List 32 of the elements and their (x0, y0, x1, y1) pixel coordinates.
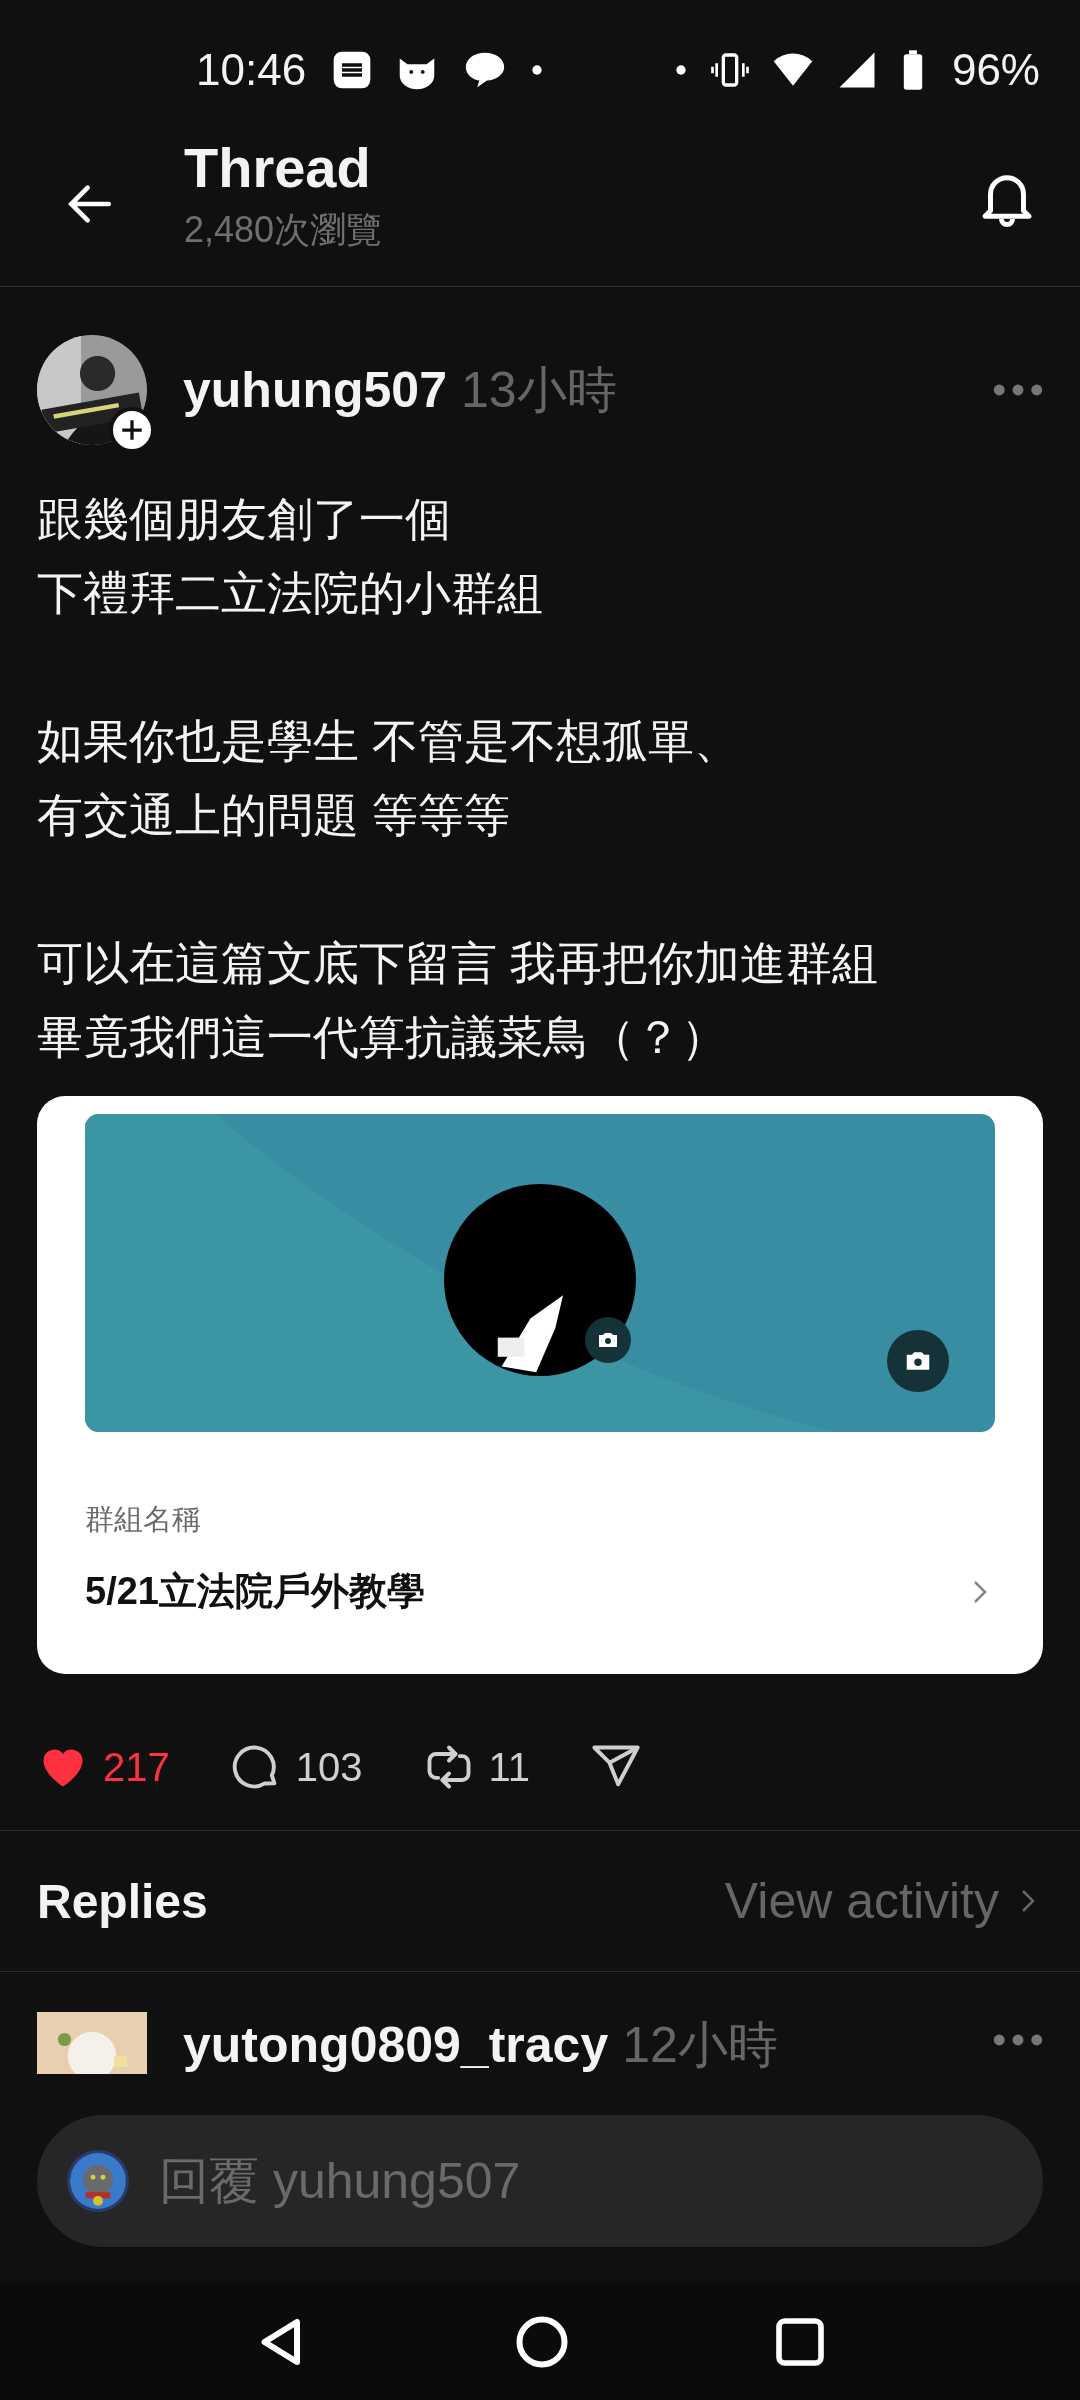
more-button[interactable] (993, 2032, 1043, 2048)
more-icon (993, 2032, 1043, 2048)
battery-percent: 96% (951, 45, 1040, 95)
post-time: 13小時 (460, 360, 617, 420)
post-text-line: 可以在這篇文底下留言 我再把你加進群組 (37, 936, 879, 991)
reply-field[interactable]: 回覆 yuhung507 (157, 2151, 1013, 2211)
page-title: Thread (184, 140, 372, 196)
group-name: 5/21立法院戶外教學 (85, 1569, 426, 1614)
post-text-line: 如果你也是學生 不管是不想孤單、 (37, 714, 741, 769)
more-button[interactable] (993, 382, 1043, 398)
more-icon (993, 382, 1043, 398)
app-notification-icon (332, 50, 373, 90)
attachment-card[interactable]: 群組名稱 5/21立法院戶外教學 (37, 1096, 1043, 1674)
username[interactable]: yutong0809_tracy (183, 2020, 609, 2070)
vibrate-icon (709, 50, 750, 90)
plus-icon (119, 417, 145, 443)
post-text-line: 下禮拜二立法院的小群組 (37, 566, 544, 621)
field-label: 群組名稱 (85, 1502, 202, 1537)
status-time: 10:46 (196, 45, 307, 95)
replies-heading: Replies (37, 1873, 208, 1929)
dot-icon (530, 63, 545, 77)
post-text-line: 跟幾個朋友創了一個 (37, 492, 452, 547)
like-button[interactable]: 217 (37, 1741, 170, 1793)
username[interactable]: yuhung507 (183, 361, 447, 419)
reply-time: 12小時 (622, 2020, 778, 2070)
view-count: 2,480次瀏覽 (184, 208, 384, 252)
repost-button[interactable]: 11 (422, 1741, 531, 1793)
reply-bar[interactable]: 回覆 yuhung507 (37, 2115, 1043, 2247)
dot-icon (673, 63, 688, 77)
post-text-line: 畢竟我們這一代算抗議菜鳥（？） (37, 1010, 728, 1065)
comment-button[interactable]: 103 (229, 1741, 363, 1793)
post-text-line: 有交通上的問題 等等等 (37, 788, 511, 843)
